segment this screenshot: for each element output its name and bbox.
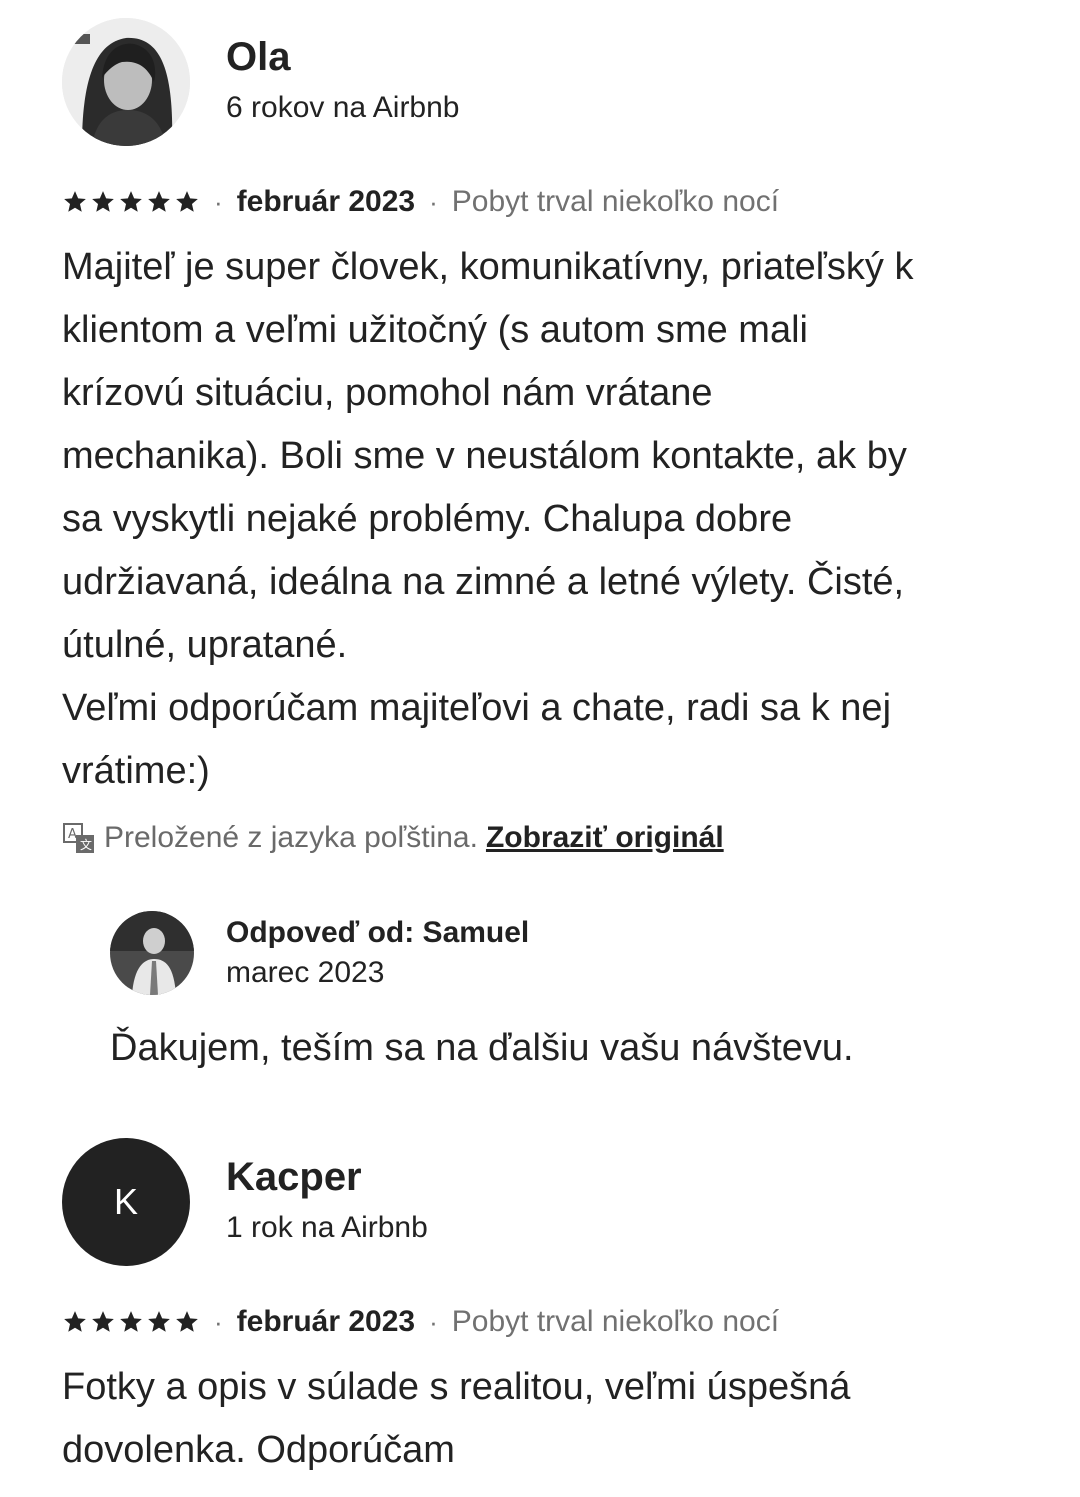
- reviewer-tenure: 6 rokov na Airbnb: [226, 91, 460, 124]
- review-date: február 2023: [236, 1305, 416, 1338]
- star-icon: [176, 191, 198, 212]
- star-icon: [148, 191, 170, 212]
- review-meta-row: · február 2023 · Pobyt trval niekoľko no…: [62, 182, 1040, 222]
- reviewer-tenure: 1 rok na Airbnb: [226, 1211, 428, 1244]
- reviewer-avatar[interactable]: [62, 18, 190, 146]
- review-meta-row: · február 2023 · Pobyt trval niekoľko no…: [62, 1302, 1040, 1342]
- stay-length: Pobyt trval niekoľko nocí: [451, 185, 780, 218]
- show-original-link[interactable]: Zobraziť originál: [486, 821, 724, 855]
- avatar-initial: K: [113, 1181, 138, 1222]
- svg-text:文: 文: [80, 837, 92, 852]
- host-reply-title: Odpoveď od: Samuel: [226, 916, 530, 949]
- reviewer-meta: Ola 6 rokov na Airbnb: [226, 32, 459, 132]
- review-text: Fotky a opis v súlade s realitou, veľmi …: [62, 1366, 851, 1471]
- separator-dot: ·: [214, 186, 223, 217]
- reviewer-name[interactable]: Kacper: [226, 1152, 428, 1202]
- host-reply-date: marec 2023: [226, 956, 385, 989]
- translation-note: Preložené z jazyka poľština.: [104, 821, 478, 854]
- translate-icon: A 文: [63, 823, 94, 853]
- host-avatar-photo: [110, 911, 194, 995]
- star-icon: [176, 1311, 198, 1332]
- separator-dot: ·: [429, 1306, 438, 1337]
- reviewer-avatar[interactable]: K: [62, 1138, 190, 1266]
- host-reply-meta: Odpoveď od: Samuel marec 2023: [226, 913, 529, 993]
- stay-length: Pobyt trval niekoľko nocí: [451, 1305, 780, 1338]
- reviewer-name[interactable]: Ola: [226, 32, 459, 82]
- host-avatar[interactable]: [110, 911, 194, 995]
- separator-dot: ·: [429, 186, 438, 217]
- review-date: február 2023: [236, 185, 416, 218]
- rating-stars: [62, 1309, 200, 1335]
- star-icon: [64, 191, 86, 212]
- host-reply-text: Ďakujem, teším sa na ďalšiu vašu návštev…: [110, 1027, 854, 1069]
- star-icon: [92, 1311, 114, 1332]
- host-reply-header: Odpoveď od: Samuel marec 2023: [110, 911, 1040, 995]
- reviewer-meta: Kacper 1 rok na Airbnb: [226, 1152, 428, 1252]
- star-icon: [120, 191, 142, 212]
- review-card: K Kacper 1 rok na Airbnb · február 2023 …: [62, 1138, 1040, 1482]
- review-card: Ola 6 rokov na Airbnb · február 2023 · P…: [62, 18, 1040, 1073]
- reviewer-header: K Kacper 1 rok na Airbnb: [62, 1138, 1040, 1266]
- host-reply: Odpoveď od: Samuel marec 2023 Ďakujem, t…: [110, 911, 1040, 1073]
- star-icon: [120, 1311, 142, 1332]
- star-icon: [92, 191, 114, 212]
- review-text: Majiteľ je super človek, komunikatívny, …: [62, 246, 914, 792]
- star-icon: [64, 1311, 86, 1332]
- separator-dot: ·: [214, 1306, 223, 1337]
- avatar-photo-image: [62, 18, 190, 146]
- reviewer-header: Ola 6 rokov na Airbnb: [62, 18, 1040, 146]
- svg-text:A: A: [68, 827, 77, 842]
- translation-row: A 文 Preložené z jazyka poľština. Zobrazi…: [62, 821, 1040, 855]
- star-icon: [148, 1311, 170, 1332]
- rating-stars: [62, 189, 200, 215]
